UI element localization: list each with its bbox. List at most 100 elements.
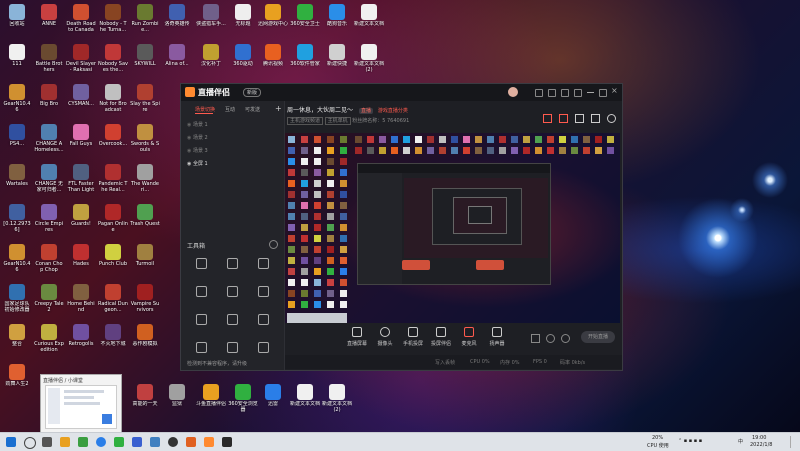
desktop-icon[interactable]: Slay the Spire — [130, 84, 160, 120]
desktop-icon[interactable]: 洛奇英雄传 — [162, 4, 192, 40]
desktop-icon[interactable]: 360驱动 — [228, 44, 258, 80]
desktop-icon[interactable]: Home Behind — [66, 284, 96, 320]
app-icon[interactable] — [186, 437, 196, 447]
search-icon[interactable] — [24, 437, 36, 449]
desktop-icon[interactable]: Alina of... — [162, 44, 192, 80]
version-badge[interactable]: 新版 — [243, 88, 262, 97]
start-button[interactable] — [6, 437, 16, 447]
maximize-button[interactable] — [599, 89, 607, 97]
desktop-icon[interactable]: 360安全卫士 — [290, 4, 320, 40]
desktop-icon[interactable]: Pandemic The Real... — [98, 164, 128, 200]
tool-button[interactable] — [187, 286, 215, 310]
desktop-icon[interactable]: Fall Guys — [66, 124, 96, 160]
tool-button[interactable] — [249, 342, 277, 366]
desktop-icon[interactable]: 劲舞人生2 — [2, 364, 32, 400]
camera-button[interactable]: 摄像头 — [373, 327, 397, 347]
shop-icon[interactable] — [559, 114, 568, 123]
start-live-button[interactable]: 开始直播 — [581, 331, 615, 343]
desktop-icon[interactable]: 斗鱼直播伴侣 — [196, 384, 226, 420]
desktop-icon[interactable]: 监狱 — [162, 384, 192, 420]
screen-capture-button[interactable]: 直播屏幕 — [345, 327, 369, 347]
menu-icon[interactable] — [574, 89, 582, 97]
category-link[interactable]: 游戏直播分类 — [378, 108, 408, 114]
clock-time[interactable]: 19:00 — [752, 435, 766, 441]
desktop-icon[interactable]: ANNE — [34, 4, 64, 40]
desktop-icon[interactable]: 高能的一天 — [130, 384, 160, 420]
desktop-icon[interactable]: Swords & Souls — [130, 124, 160, 160]
toolbox-settings-icon[interactable] — [269, 240, 278, 249]
app-icon[interactable] — [168, 437, 178, 447]
scene-item[interactable]: ◉ 场景 3 — [187, 147, 277, 156]
desktop-icon[interactable]: 腾讯视频 — [258, 44, 288, 80]
desktop-icon[interactable]: Run Zombie... — [130, 4, 160, 40]
gift-icon[interactable] — [535, 89, 543, 97]
desktop-icon[interactable]: 360软件管家 — [290, 44, 320, 80]
effects-icon[interactable] — [546, 334, 555, 343]
microphone-button[interactable]: 麦克风 — [457, 327, 481, 347]
tool-button[interactable] — [249, 286, 277, 310]
desktop-icon[interactable]: GearN10.46 — [2, 84, 32, 120]
desktop-icon[interactable]: Death Road to Canada — [66, 4, 96, 40]
clock-date[interactable]: 2022/1/8 — [750, 442, 772, 448]
close-button[interactable]: × — [611, 86, 618, 95]
screen-icon[interactable] — [575, 114, 584, 123]
desktop-icon[interactable]: Guards! — [66, 204, 96, 240]
app-icon[interactable] — [114, 437, 124, 447]
tab-scenes[interactable]: 场景切换 — [195, 106, 215, 113]
desktop-icon[interactable]: 无标题 — [228, 4, 258, 40]
desktop-icon[interactable]: 整合 — [2, 324, 32, 360]
desktop-icon[interactable]: 酷狗音乐 — [322, 4, 352, 40]
settings-icon[interactable] — [561, 89, 569, 97]
desktop-icon[interactable]: 新建快捷 — [322, 44, 352, 80]
avatar[interactable] — [508, 87, 518, 97]
speaker-button[interactable]: 扬声器 — [485, 327, 509, 347]
desktop-icon[interactable]: [0.12.29736] — [2, 204, 32, 240]
cast-companion-button[interactable]: 投屏伴侣 — [429, 327, 453, 347]
app-icon[interactable] — [78, 437, 88, 447]
scene-item-active[interactable]: ◉ 全屏 1 — [187, 160, 277, 169]
phone-cast-button[interactable]: 手机投屏 — [401, 327, 425, 347]
desktop-icon[interactable]: 新建文本文档 — [354, 4, 384, 40]
desktop-icon[interactable]: 111 — [2, 44, 32, 80]
desktop-icon[interactable]: Overcook... — [98, 124, 128, 160]
desktop-icon[interactable]: SKYWILL — [130, 44, 160, 80]
desktop-icon[interactable]: Punch Club — [98, 244, 128, 280]
message-icon[interactable] — [548, 89, 556, 97]
desktop-icon[interactable]: Vampire Survivors — [130, 284, 160, 320]
desktop-icon[interactable]: CHANGE A Homeless... — [34, 124, 64, 160]
steam-icon[interactable] — [222, 437, 232, 447]
desktop-icon[interactable]: Pagan Online — [98, 204, 128, 240]
tab-sendable[interactable]: 可发送 — [245, 106, 260, 113]
desktop-icon[interactable]: 不灭地下城 — [98, 324, 128, 360]
stream-preview[interactable] — [285, 133, 620, 323]
live-app-taskbar-icon[interactable] — [204, 437, 214, 447]
scene-item[interactable]: ◉ 场景 1 — [187, 121, 277, 130]
share-icon[interactable] — [607, 114, 616, 123]
desktop-icon[interactable]: 国家足球队 初始修改器 — [2, 284, 32, 320]
tab-interaction[interactable]: 互动 — [225, 106, 235, 113]
desktop-icon[interactable]: Conan Chop Chop — [34, 244, 64, 280]
file-explorer-icon[interactable] — [60, 437, 70, 447]
desktop-icon[interactable]: CYSMAN... — [66, 84, 96, 120]
desktop-icon[interactable]: Battle Brothers — [34, 44, 64, 80]
desktop-icon[interactable]: Curious Expedition — [34, 324, 64, 360]
tool-button[interactable] — [218, 314, 246, 338]
desktop-icon[interactable]: Trash Quest — [130, 204, 160, 240]
config-icon[interactable] — [561, 334, 570, 343]
app-icon[interactable] — [150, 437, 160, 447]
stream-title[interactable]: 周一休息，大伙周二见～ — [287, 107, 353, 114]
desktop-icon[interactable]: Hades — [66, 244, 96, 280]
desktop-icon[interactable]: Radical Dungeon... — [98, 284, 128, 320]
desktop-icon[interactable]: FTL Faster Than Light — [66, 164, 96, 200]
tray-icons[interactable]: ⌃ ▪ ▪ ▪ ▪ — [678, 438, 702, 444]
desktop-icon[interactable]: 迅雷 — [258, 384, 288, 420]
show-desktop-button[interactable] — [790, 436, 799, 448]
desktop-icon[interactable]: Retrogolis — [66, 324, 96, 360]
desktop-icon[interactable]: 新建文本文档(2) — [322, 384, 352, 420]
layout-icon[interactable] — [591, 114, 600, 123]
input-language[interactable]: 中 — [738, 438, 743, 445]
record-icon[interactable] — [531, 334, 540, 343]
desktop-icon[interactable]: 迅网游戏中心 — [258, 4, 288, 40]
minimize-button[interactable] — [587, 92, 594, 93]
task-view-icon[interactable] — [42, 437, 52, 447]
